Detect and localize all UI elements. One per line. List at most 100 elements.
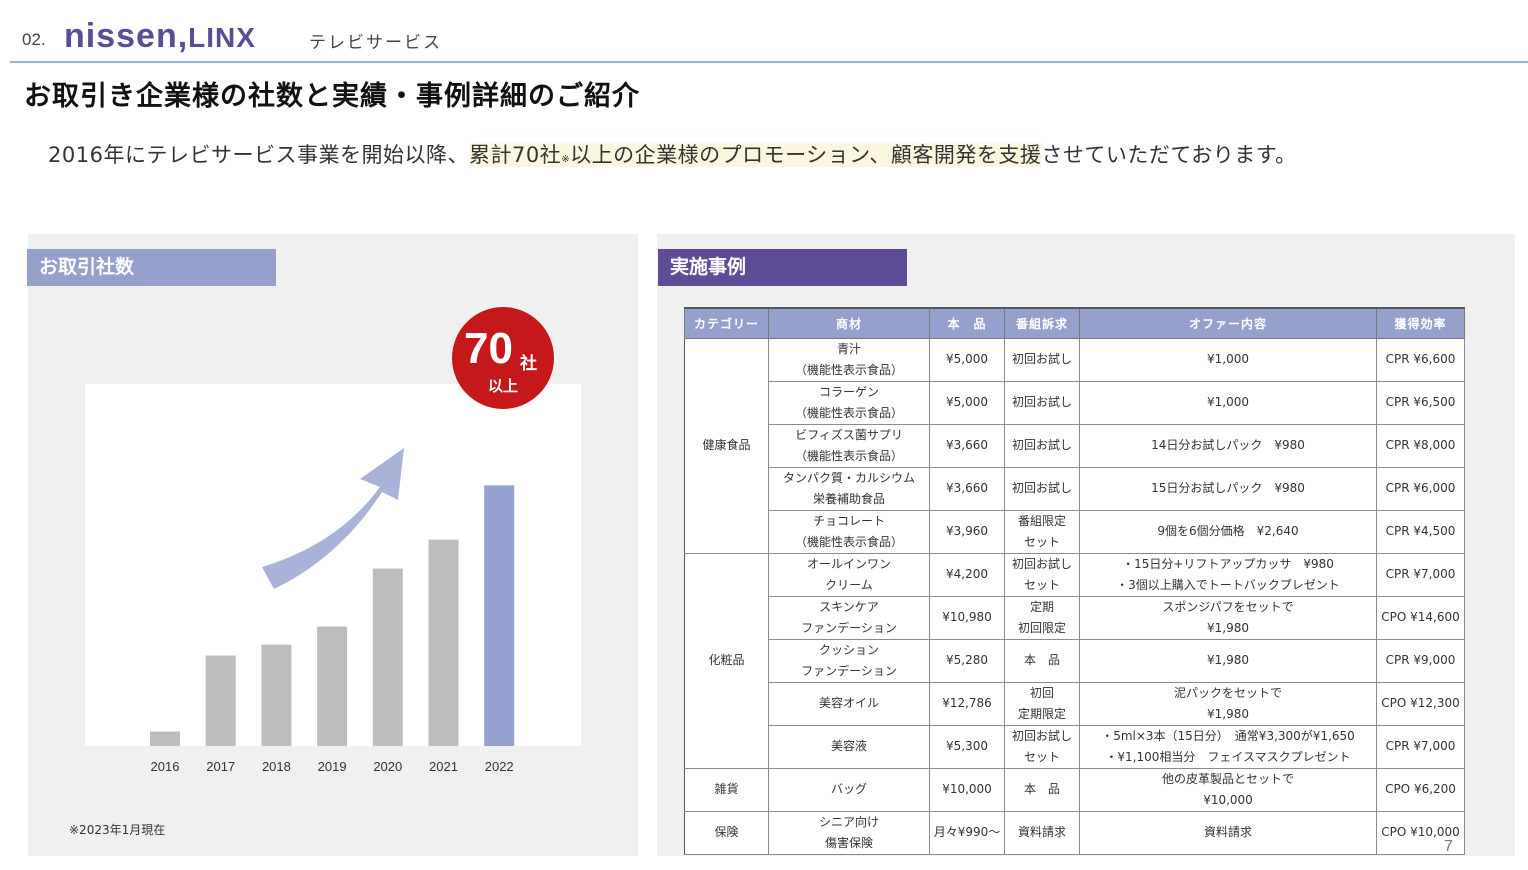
efficiency-cell: CPR ¥7,000 [1376,724,1465,769]
appeal-cell: 初回お試し セット [1004,724,1080,769]
category-cell: 保険 [684,810,769,855]
price-text: ¥12,786 [942,696,992,710]
price-cell: ¥10,980 [929,595,1005,640]
offer-cell: 9個を6個分価格 ¥2,640 [1079,509,1377,554]
appeal-text: 資料請求 [1017,825,1066,839]
price-text: ¥5,000 [946,352,988,366]
table-row: タンパク質・カルシウム 栄養補助食品 ¥3,660 初回お試し 15日分お試しパック … [685,466,1465,511]
table-row: スキンケア ファンデーション ¥10,980 定期 初回限定 スポンジパフをセットで … [685,595,1465,640]
efficiency-text: CPR ¥6,600 [1385,352,1456,366]
page-header: 02. nissen,LINX テレビサービス [0,0,1528,64]
header-subtitle: テレビサービス [309,33,442,53]
lead-highlight: 累計70社※以上の企業様のプロモーション、顧客開発を支援 [468,143,1042,167]
appeal-cell: 初回お試し [1004,466,1080,511]
badge-sub: 以上 [487,377,518,395]
price-cell: 月々¥990～ [929,810,1005,855]
lead-before: 2016年にテレビサービス事業を開始以降、 [48,143,469,167]
efficiency-text: CPR ¥4,500 [1385,524,1456,538]
lead-after: させていただております。 [1041,143,1297,167]
header-divider [10,61,1528,63]
efficiency-text: CPR ¥6,500 [1385,395,1456,409]
product-cell: オールインワン クリーム [768,552,930,597]
table-row: 健康食品 青汁 （機能性表示食品） ¥5,000 初回お試し ¥1,000 CPR ¥6,… [684,337,1465,554]
offer-text: 9個を6個分価格 ¥2,640 [1157,524,1299,538]
appeal-cell: 初回 定期限定 [1004,681,1080,726]
appeal-cell: 初回お試し [1004,380,1080,425]
product-text: シニア向け 傷害保険 [818,814,879,850]
price-cell: ¥5,000 [929,337,1005,382]
logo-comma: , [177,17,189,55]
price-text: ¥3,660 [946,481,988,495]
x-tick-label: 2019 [318,759,347,774]
appeal-text: 番組限定 セット [1017,513,1066,549]
table-row: 美容オイル ¥12,786 初回 定期限定 泥パックをセットで ¥1,980 CPO ¥… [685,681,1465,726]
x-tick-label: 2022 [485,759,514,774]
price-cell: ¥12,786 [929,681,1005,726]
price-cell: ¥3,660 [929,466,1005,511]
offer-cell: ¥1,980 [1079,638,1377,683]
efficiency-cell: CPO ¥6,200 [1376,767,1465,812]
cases-panel-label: 実施事例 [658,249,907,286]
offer-cell: スポンジパフをセットで ¥1,980 [1079,595,1377,640]
table-row: ビフィズス菌サプリ （機能性表示食品） ¥3,660 初回お試し 14日分お試しパック… [685,423,1465,468]
table-row: 美容液 ¥5,300 初回お試し セット ・5ml×3本（15日分） 通常¥3,300… [685,724,1465,769]
x-tick-label: 2016 [151,759,180,774]
table-row: コラーゲン （機能性表示食品） ¥5,000 初回お試し ¥1,000 CPR ¥6,5… [685,380,1465,425]
table-header-row: カテゴリー 商材 本 品 番組訴求 オファー内容 獲得効率 [684,307,1465,339]
price-cell: ¥3,660 [929,423,1005,468]
offer-text: ・5ml×3本（15日分） 通常¥3,300が¥1,650 ・¥1,100相当分… [1101,728,1355,764]
efficiency-text: CPO ¥10,000 [1381,825,1460,839]
product-text: チョコレート （機能性表示食品） [794,513,903,549]
product-cell: タンパク質・カルシウム 栄養補助食品 [768,466,930,511]
col-header-category: カテゴリー [684,307,769,339]
price-text: ¥10,000 [942,782,992,796]
offer-text: スポンジパフをセットで ¥1,980 [1162,599,1294,635]
offer-text: 泥パックをセットで ¥1,980 [1173,685,1282,721]
product-text: クッション ファンデーション [801,642,897,678]
col-header-product: 商材 [768,307,930,339]
offer-cell: 泥パックをセットで ¥1,980 [1079,681,1377,726]
bar-2022 [484,485,515,746]
bar-2021 [428,539,459,746]
product-text: ビフィズス菌サプリ （機能性表示食品） [794,427,903,463]
table-row: 雑貨 バッグ ¥10,000 本 品 他の皮革製品とセットで ¥10,000 CPO ¥6… [684,767,1465,812]
price-cell: ¥3,960 [929,509,1005,554]
product-cell: コラーゲン （機能性表示食品） [768,380,930,425]
total-clients-badge: 70 社 以上 [452,307,554,409]
appeal-text: 本 品 [1023,782,1060,796]
price-text: ¥10,980 [942,610,992,624]
appeal-text: 初回お試し セット [1011,728,1072,764]
appeal-cell: 本 品 [1004,767,1080,812]
x-tick-label: 2018 [262,759,291,774]
product-text: スキンケア ファンデーション [801,599,897,635]
table-row: チョコレート （機能性表示食品） ¥3,960 番組限定 セット 9個を6個分価格 ¥… [685,509,1465,554]
appeal-cell: 本 品 [1004,638,1080,683]
price-text: ¥3,960 [946,524,988,538]
category-cell: 健康食品 [684,337,769,554]
table-row: クッション ファンデーション ¥5,280 本 品 ¥1,980 CPR ¥9,000 [685,638,1465,683]
section-number: 02. [22,30,46,49]
col-header-price: 本 品 [929,307,1005,339]
offer-text: ・15日分+リフトアップカッサ ¥980 ・3個以上購入でトートバックプレゼント [1116,556,1340,592]
product-cell: ビフィズス菌サプリ （機能性表示食品） [768,423,930,468]
efficiency-cell: CPR ¥6,500 [1376,380,1465,425]
chart-footnote: ※2023年1月現在 [69,823,166,837]
product-text: コラーゲン （機能性表示食品） [794,384,903,420]
bar-2017 [205,655,236,746]
lead-highlight-rest: 以上の企業様のプロモーション、顧客開発を支援 [570,143,1042,167]
price-text: ¥3,660 [946,438,988,452]
lead-note-mark: ※ [561,154,571,165]
product-cell: チョコレート （機能性表示食品） [768,509,930,554]
table-row: 保険 シニア向け 傷害保険 月々¥990～ 資料請求 資料請求 CPO ¥10,000 [684,810,1465,855]
category-cell: 雑貨 [684,767,769,812]
col-header-offer: オファー内容 [1079,307,1377,339]
price-text: ¥4,200 [946,567,988,581]
product-cell: 青汁 （機能性表示食品） [768,337,930,382]
offer-text: ¥1,000 [1207,395,1249,409]
product-cell: シニア向け 傷害保険 [768,810,930,855]
appeal-cell: 初回お試し セット [1004,552,1080,597]
product-cell: 美容オイル [768,681,930,726]
product-cell: 美容液 [768,724,930,769]
price-text: ¥5,280 [946,653,988,667]
appeal-cell: 定期 初回限定 [1004,595,1080,640]
